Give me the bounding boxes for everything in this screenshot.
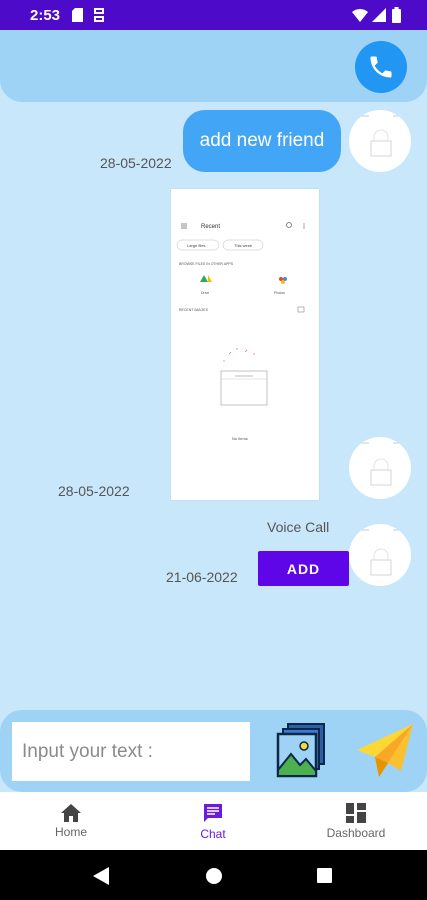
- battery-icon: [392, 7, 401, 28]
- nav-label: Dashboard: [326, 825, 386, 840]
- screenshot-empty-text: No items: [232, 436, 248, 441]
- voice-call-button[interactable]: [355, 41, 407, 93]
- screenshot-chip: Large files: [187, 243, 205, 248]
- avatar-placeholder-icon: [357, 442, 407, 486]
- message-timestamp: 28-05-2022: [100, 155, 172, 171]
- shared-screenshot-image: Recent Large files This week BROWSE FILE…: [171, 189, 319, 500]
- message-bubble[interactable]: add new friend: [183, 110, 341, 172]
- screenshot-title: Recent: [201, 224, 220, 230]
- bottom-navigation: Home Chat Dashboard: [0, 792, 427, 850]
- system-navigation-bar: [0, 850, 427, 900]
- signal-icon: [372, 8, 386, 27]
- message-input[interactable]: [12, 722, 250, 781]
- back-icon[interactable]: [93, 867, 109, 885]
- send-button[interactable]: [355, 720, 415, 782]
- nav-item-home[interactable]: Home: [0, 792, 142, 850]
- chat-icon: [204, 803, 222, 822]
- phone-icon: [370, 56, 392, 78]
- status-bar: 2:53: [0, 0, 427, 30]
- avatar[interactable]: [349, 110, 411, 172]
- avatar-placeholder-icon: [357, 115, 407, 157]
- voice-call-label: Voice Call: [267, 519, 330, 535]
- nav-label: Chat: [200, 826, 226, 841]
- home-button-icon[interactable]: [206, 868, 222, 884]
- nav-item-chat[interactable]: Chat: [142, 792, 284, 850]
- screenshot-chip: This week: [234, 243, 252, 248]
- gallery-button[interactable]: [276, 722, 328, 780]
- avatar[interactable]: [349, 437, 411, 499]
- sd-card-icon: [72, 8, 83, 27]
- dashboard-icon: [346, 802, 366, 823]
- send-paper-plane-icon: [357, 724, 413, 777]
- screenshot-app: Photos: [274, 291, 285, 295]
- screenshot-section: BROWSE FILES IN OTHER APPS: [179, 262, 234, 266]
- image-message[interactable]: Recent Large files This week BROWSE FILE…: [171, 189, 319, 500]
- add-button[interactable]: ADD: [258, 551, 349, 586]
- screenshot-section: RECENT IMAGES: [179, 308, 209, 312]
- avatar[interactable]: [349, 524, 411, 586]
- status-time: 2:53: [30, 7, 61, 24]
- message-timestamp: 28-05-2022: [58, 483, 130, 499]
- avatar-placeholder-icon: [357, 529, 407, 576]
- gallery-icon: [276, 723, 325, 778]
- message-timestamp: 21-06-2022: [166, 569, 238, 585]
- home-icon: [61, 803, 81, 822]
- wifi-icon: [352, 8, 368, 27]
- app-notification-icon: [93, 8, 105, 27]
- nav-item-dashboard[interactable]: Dashboard: [285, 792, 427, 850]
- nav-label: Home: [54, 824, 87, 839]
- recents-icon[interactable]: [317, 868, 332, 883]
- screenshot-app: Drive: [201, 291, 209, 295]
